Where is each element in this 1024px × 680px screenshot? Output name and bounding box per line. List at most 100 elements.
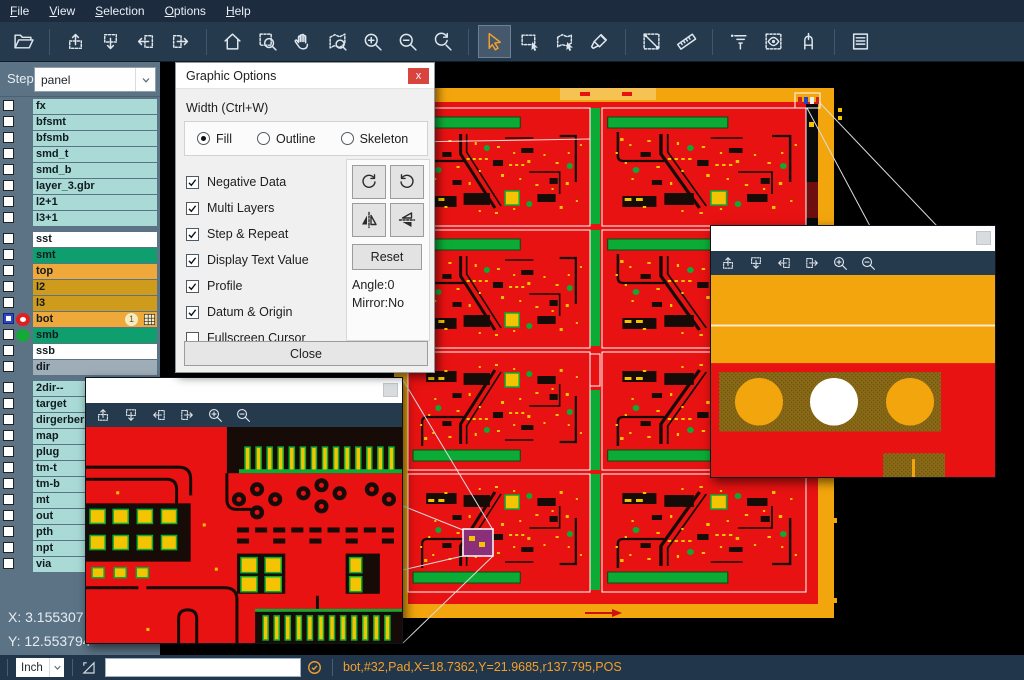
layer-name[interactable]: dir [33,360,157,375]
shift-up-icon[interactable] [92,405,114,425]
snap-magnet-icon[interactable] [793,26,824,57]
pan-hand-icon[interactable] [287,26,318,57]
shift-left-icon[interactable] [130,26,161,57]
layer-checkbox[interactable] [3,313,14,324]
brush-icon[interactable] [584,26,615,57]
layer-checkbox[interactable] [3,164,14,175]
flip-horizontal-icon[interactable] [352,203,386,237]
zoom-view-bottom-left[interactable] [86,427,402,643]
layer-name[interactable]: ssb [33,344,157,359]
window-options-button[interactable] [383,383,398,397]
checkbox-display-text-value[interactable]: Display Text Value [186,247,309,273]
shift-right-icon[interactable] [801,253,823,273]
layer-checkbox[interactable] [3,462,14,473]
layer-name[interactable]: layer_3.gbr [33,179,157,194]
ruler-icon[interactable] [671,26,702,57]
radio-fill[interactable]: Fill [197,132,232,146]
layer-checkbox[interactable] [3,446,14,457]
layer-checkbox[interactable] [3,414,14,425]
window-title-bar[interactable] [86,378,402,403]
zoom-polygon-icon[interactable] [322,26,353,57]
checkbox-profile[interactable]: Profile [186,273,309,299]
layer-checkbox[interactable] [3,196,14,207]
zoom-out-icon[interactable] [232,405,254,425]
layer-checkbox[interactable] [3,132,14,143]
unit-select[interactable]: Inch [16,658,64,677]
layer-checkbox[interactable] [3,297,14,308]
window-options-button[interactable] [976,231,991,245]
reset-button[interactable]: Reset [352,244,422,270]
radio-skeleton[interactable]: Skeleton [341,132,409,146]
layer-checkbox[interactable] [3,329,14,340]
view-eye-icon[interactable] [758,26,789,57]
layer-name[interactable]: bfsmb [33,131,157,146]
zoom-in-icon[interactable] [204,405,226,425]
layer-name[interactable]: bfsmt [33,115,157,130]
shift-up-icon[interactable] [60,26,91,57]
layer-checkbox[interactable] [3,398,14,409]
select-rectangle-icon[interactable] [514,26,545,57]
step-select[interactable]: panel [34,67,156,92]
layer-name[interactable]: l2 [33,280,157,295]
layer-name[interactable]: fx [33,99,157,114]
layer-checkbox[interactable] [3,148,14,159]
menu-view[interactable]: View [49,4,75,18]
checkbox-icon[interactable] [186,228,199,241]
layer-checkbox[interactable] [3,494,14,505]
zoom-source-rect-bottom[interactable] [463,529,493,556]
menu-file[interactable]: File [10,4,29,18]
checkbox-icon[interactable] [186,306,199,319]
select-polygon-icon[interactable] [549,26,580,57]
window-title-bar[interactable] [711,226,995,251]
layer-checkbox[interactable] [3,212,14,223]
checkbox-icon[interactable] [186,280,199,293]
shift-up-icon[interactable] [717,253,739,273]
checkbox-multi-layers[interactable]: Multi Layers [186,195,309,221]
radio-icon[interactable] [257,132,270,145]
shift-down-icon[interactable] [95,26,126,57]
layer-checkbox[interactable] [3,281,14,292]
layer-checkbox[interactable] [3,430,14,441]
layer-checkbox[interactable] [3,478,14,489]
layer-checkbox[interactable] [3,116,14,127]
corner-angle-icon[interactable] [80,659,97,676]
layer-name[interactable]: sst [33,232,157,247]
shift-left-icon[interactable] [773,253,795,273]
layer-name[interactable]: l3 [33,296,157,311]
zoom-in-icon[interactable] [829,253,851,273]
layer-checkbox[interactable] [3,558,14,569]
checkbox-negative-data[interactable]: Negative Data [186,169,309,195]
layer-checkbox[interactable] [3,100,14,111]
menu-options[interactable]: Options [165,4,206,18]
flip-vertical-icon[interactable] [390,203,424,237]
layer-name[interactable]: smt [33,248,157,263]
checkbox-step-repeat[interactable]: Step & Repeat [186,221,309,247]
zoom-window-icon[interactable] [252,26,283,57]
checkbox-icon[interactable] [186,202,199,215]
measure-line-icon[interactable] [636,26,667,57]
report-icon[interactable] [845,26,876,57]
layer-name[interactable]: bot [33,312,157,327]
layer-name[interactable]: top [33,264,157,279]
checkbox-icon[interactable] [186,254,199,267]
zoom-out-icon[interactable] [857,253,879,273]
close-button[interactable]: Close [184,341,428,366]
shift-down-icon[interactable] [120,405,142,425]
layer-name[interactable]: smb [33,328,157,343]
close-icon[interactable]: x [408,68,429,84]
chevron-down-icon[interactable] [49,658,64,677]
radio-outline[interactable]: Outline [257,132,316,146]
layer-checkbox[interactable] [3,510,14,521]
shift-right-icon[interactable] [165,26,196,57]
layer-checkbox[interactable] [3,361,14,372]
command-input[interactable] [105,658,301,677]
layer-checkbox[interactable] [3,233,14,244]
shift-right-icon[interactable] [176,405,198,425]
folder-open-icon[interactable] [8,26,39,57]
layer-name[interactable]: smd_t [33,147,157,162]
layer-checkbox[interactable] [3,249,14,260]
layer-name[interactable]: smd_b [33,163,157,178]
dialog-title-bar[interactable]: Graphic Options x [176,63,434,89]
menu-selection[interactable]: Selection [95,4,144,18]
select-cursor-icon[interactable] [479,26,510,57]
